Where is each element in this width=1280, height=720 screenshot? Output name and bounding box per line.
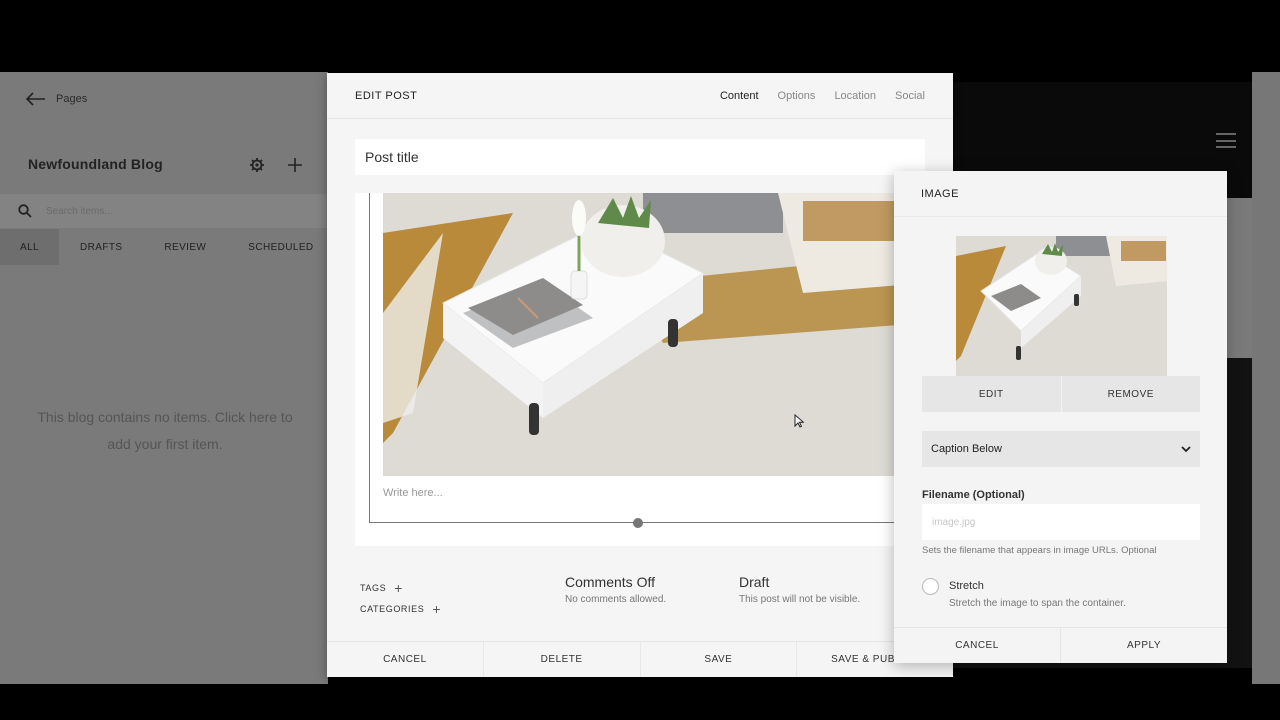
search-items-input[interactable] [46, 205, 286, 217]
tab-all[interactable]: ALL [0, 229, 59, 265]
status-subtext: This post will not be visible. [739, 594, 861, 605]
chevron-down-icon [1181, 446, 1191, 453]
delete-button[interactable]: DELETE [484, 642, 641, 677]
empty-blog-message[interactable]: This blog contains no items. Click here … [30, 404, 300, 458]
comments-setting[interactable]: Comments Off No comments allowed. [565, 574, 666, 605]
add-item-icon[interactable] [286, 156, 304, 174]
categories-row[interactable]: CATEGORIES + [360, 598, 441, 619]
site-preview-content [1226, 198, 1252, 358]
preview-edge [1252, 72, 1280, 684]
tags-row[interactable]: TAGS + [360, 577, 441, 598]
back-to-pages-link[interactable]: Pages [26, 92, 87, 106]
add-tag-icon[interactable]: + [394, 581, 403, 595]
caption-position-select[interactable]: Caption Below [922, 431, 1200, 467]
comments-heading[interactable]: Comments Off [565, 574, 666, 590]
remove-image-button[interactable]: REMOVE [1060, 376, 1200, 412]
arrow-left-icon [26, 92, 45, 106]
edit-post-tabs: Content Options Location Social [720, 90, 925, 102]
screen-letterbox-bottom [0, 684, 1280, 720]
stretch-help: Stretch the image to span the container. [949, 598, 1126, 609]
apply-button[interactable]: APPLY [1060, 628, 1227, 663]
image-cancel-button[interactable]: CANCEL [894, 628, 1060, 663]
item-filter-tabs: ALL DRAFTS REVIEW SCHEDULED [0, 229, 328, 265]
edit-post-title: EDIT POST [355, 89, 418, 102]
blog-title: Newfoundland Blog [28, 156, 163, 172]
stretch-label[interactable]: Stretch [949, 580, 984, 592]
tab-content[interactable]: Content [720, 90, 759, 102]
edit-post-dialog: EDIT POST Content Options Location Socia… [327, 73, 953, 677]
cancel-button[interactable]: CANCEL [327, 642, 484, 677]
status-setting[interactable]: Draft This post will not be visible. [739, 574, 860, 605]
add-category-icon[interactable]: + [432, 602, 441, 616]
items-search-bar [0, 194, 328, 228]
tab-drafts[interactable]: DRAFTS [80, 229, 122, 265]
screen-letterbox-top [0, 0, 1280, 72]
edit-post-header: EDIT POST Content Options Location Socia… [327, 73, 953, 119]
write-here-input[interactable] [383, 487, 783, 499]
tab-scheduled[interactable]: SCHEDULED [248, 229, 313, 265]
caption-select-value: Caption Below [931, 443, 1002, 455]
tags-categories: TAGS + CATEGORIES + [360, 577, 441, 619]
post-title-input[interactable] [355, 139, 925, 175]
post-body-editor[interactable] [355, 193, 925, 546]
edit-image-button[interactable]: EDIT [922, 376, 1061, 412]
filename-help: Sets the filename that appears in image … [922, 545, 1157, 556]
status-heading[interactable]: Draft [739, 574, 860, 590]
categories-label: CATEGORIES [360, 603, 425, 614]
blog-actions [248, 156, 304, 174]
back-label: Pages [56, 93, 88, 105]
tab-location[interactable]: Location [834, 90, 876, 102]
post-image[interactable] [383, 193, 925, 476]
gear-icon[interactable] [248, 156, 266, 174]
menu-icon[interactable] [1216, 133, 1236, 148]
tags-label: TAGS [360, 582, 387, 593]
stretch-radio[interactable] [922, 578, 939, 595]
tab-review[interactable]: REVIEW [164, 229, 206, 265]
image-actions: EDIT REMOVE [922, 376, 1200, 412]
resize-handle[interactable] [633, 518, 643, 528]
comments-subtext: No comments allowed. [565, 594, 667, 605]
save-button[interactable]: SAVE [641, 642, 798, 677]
pages-panel: Pages Newfoundland Blog ALL DRAFTS REVIE… [0, 72, 328, 684]
filename-label: Filename (Optional) [922, 489, 1025, 501]
thumbnail-photo [956, 236, 1167, 376]
tab-social[interactable]: Social [895, 90, 925, 102]
table-photo [383, 193, 925, 476]
image-panel-title: IMAGE [894, 171, 1227, 217]
search-icon [18, 204, 32, 218]
tab-options[interactable]: Options [778, 90, 816, 102]
image-settings-panel: IMAGE EDIT REMOVE Caption Below Filename… [894, 171, 1227, 663]
mouse-cursor-icon [794, 414, 804, 428]
edit-post-footer: CANCEL DELETE SAVE SAVE & PUBLISH [327, 641, 953, 677]
image-panel-footer: CANCEL APPLY [894, 627, 1227, 663]
filename-input[interactable] [922, 504, 1200, 540]
image-thumbnail [956, 236, 1167, 376]
